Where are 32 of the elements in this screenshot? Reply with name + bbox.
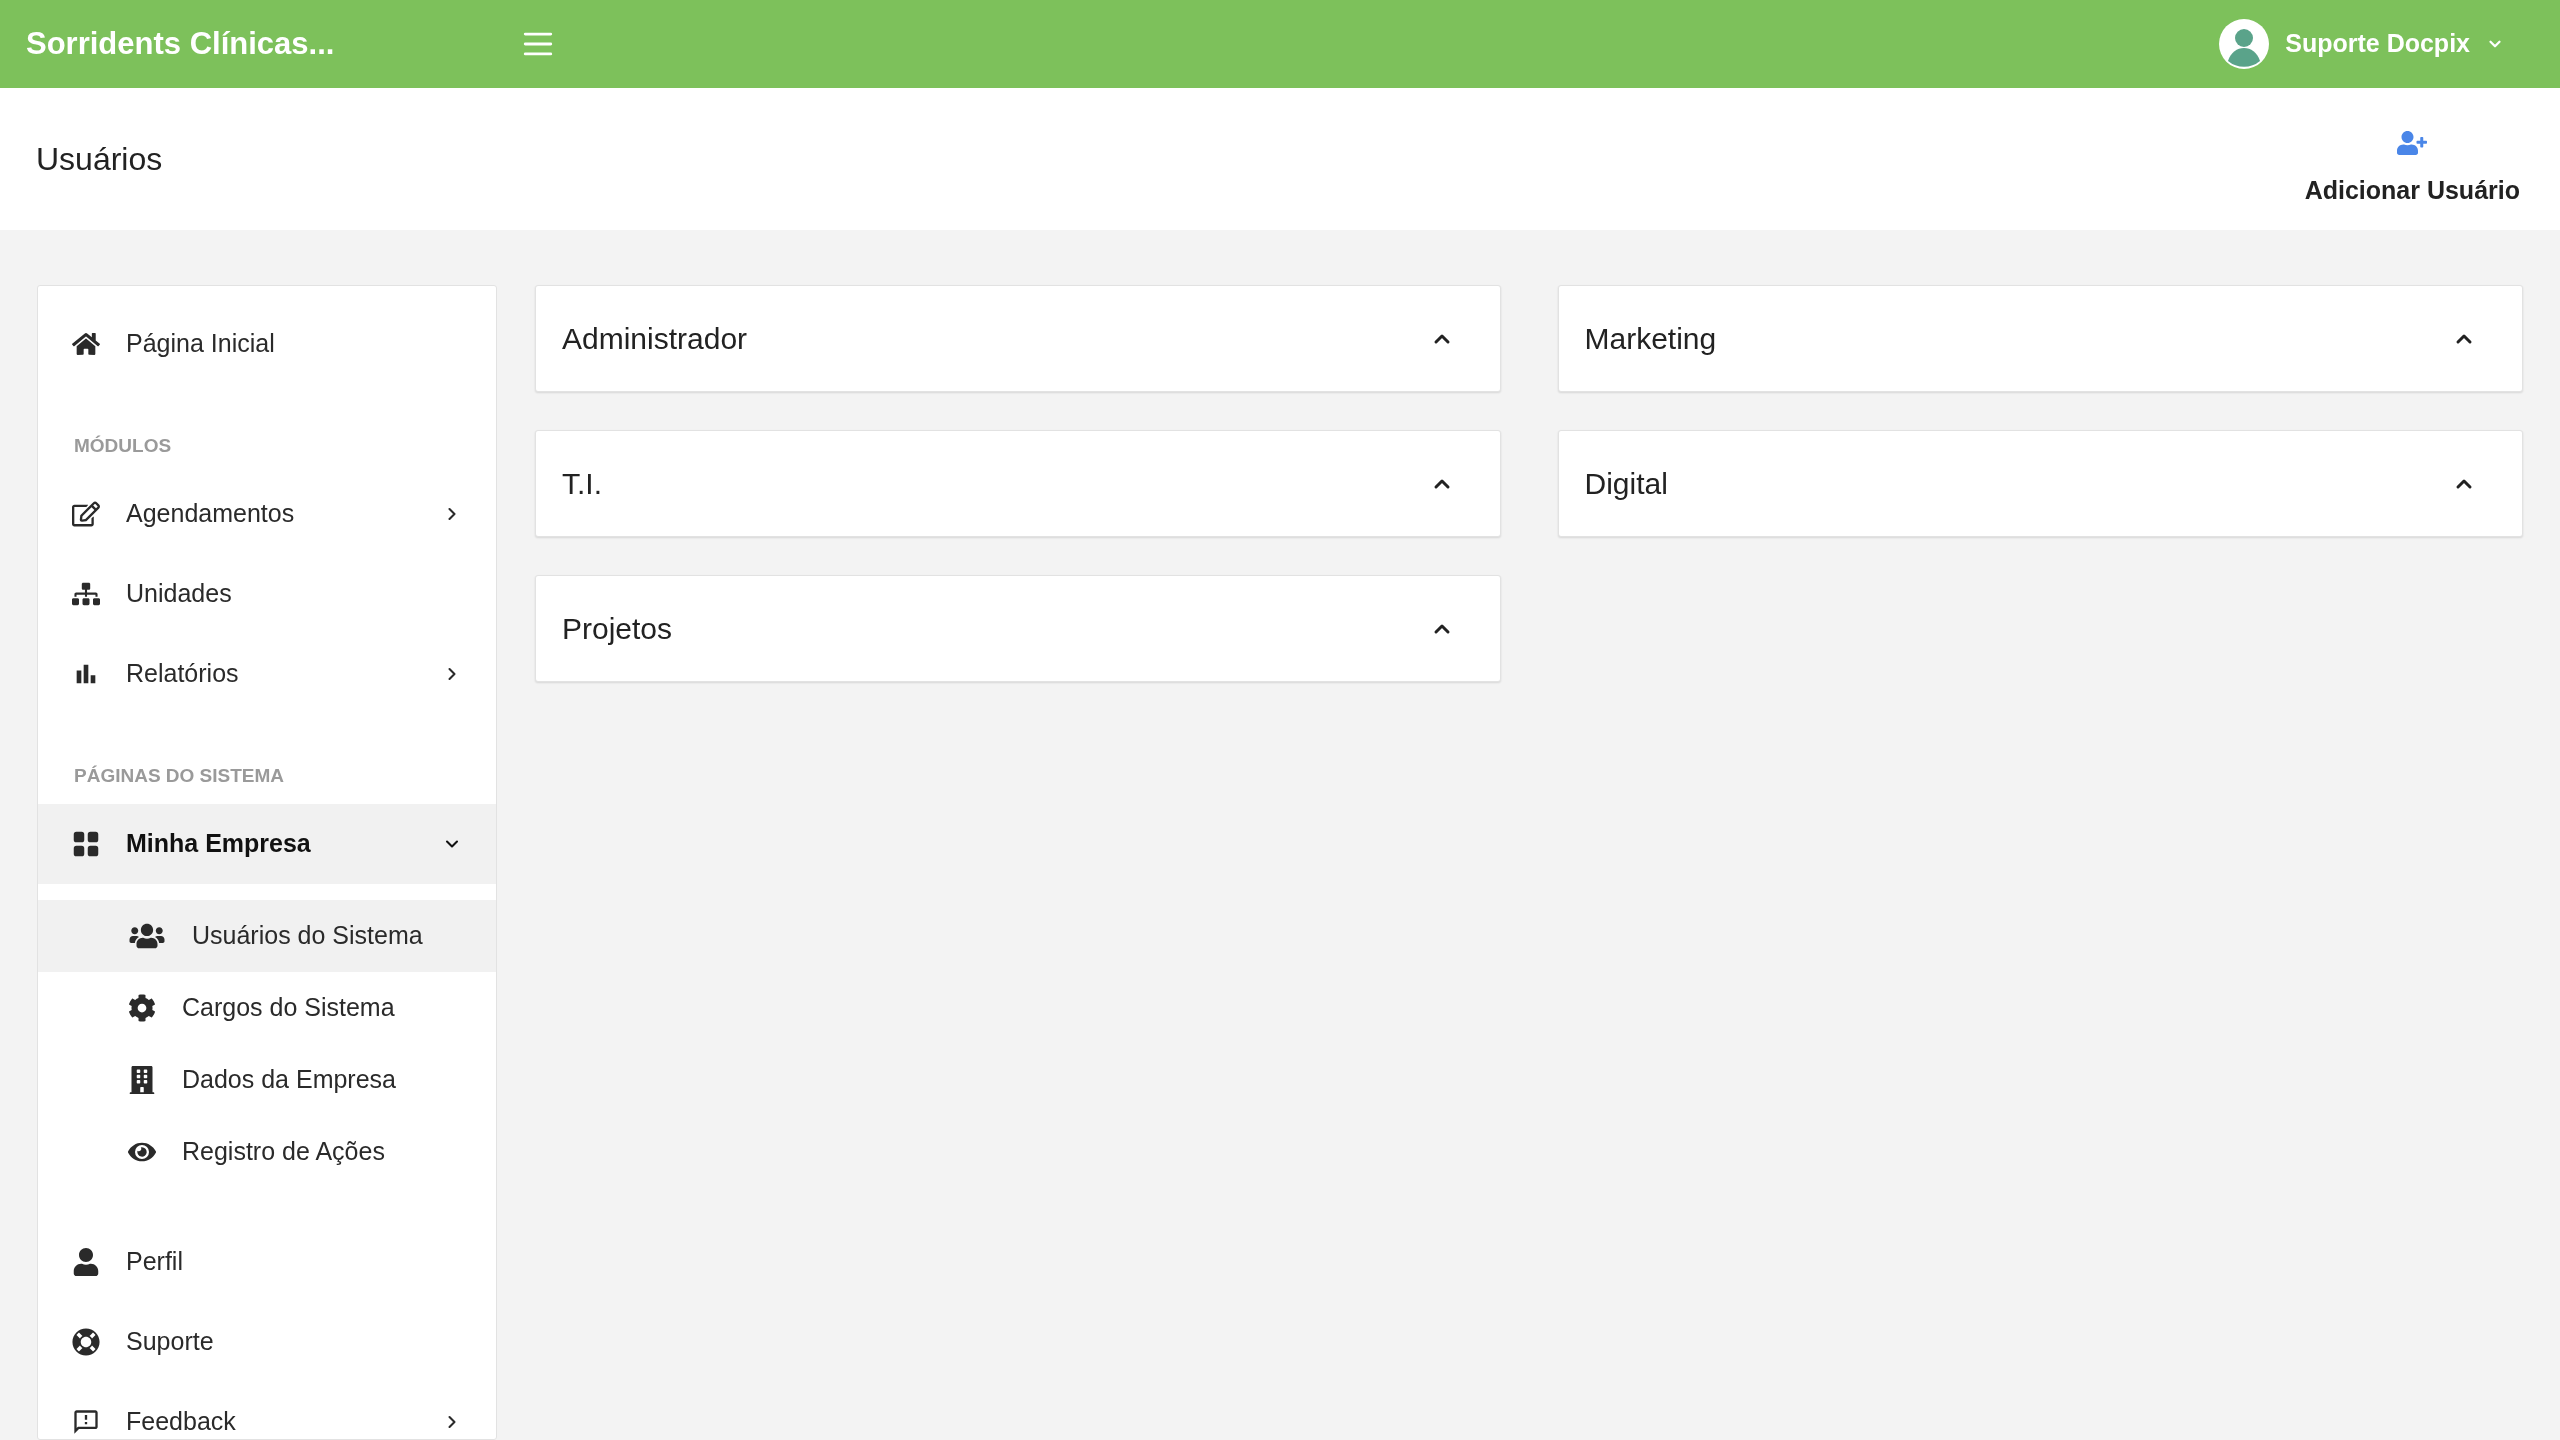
role-panel[interactable]: Projetos <box>535 575 1501 682</box>
role-panel[interactable]: Marketing <box>1557 285 2523 392</box>
home-icon <box>72 330 100 358</box>
building-icon <box>128 1066 156 1094</box>
grid-icon <box>72 830 100 858</box>
role-panel[interactable]: T.I. <box>535 430 1501 537</box>
sidebar-item[interactable]: Unidades <box>38 554 496 634</box>
add-user-button[interactable]: Adicionar Usuário <box>2304 108 2520 210</box>
sidebar-item[interactable]: Minha Empresa <box>38 804 496 884</box>
submenu-item[interactable]: Usuários do Sistema <box>38 900 496 972</box>
message-icon <box>72 1408 100 1436</box>
users-icon <box>128 922 166 950</box>
sidebar-item[interactable]: Feedback <box>38 1382 496 1440</box>
sidebar-item[interactable]: Relatórios <box>38 634 496 714</box>
settings-icon <box>128 994 156 1022</box>
avatar-icon <box>2219 19 2270 69</box>
submenu-item[interactable]: Cargos do Sistema <box>38 972 496 1044</box>
edit-icon <box>72 500 100 528</box>
role-panel[interactable]: Digital <box>1557 430 2523 537</box>
role-panel[interactable]: Administrador <box>535 285 1501 392</box>
page-title: Usuários <box>36 140 164 179</box>
user-icon <box>72 1248 100 1276</box>
sidebar-item[interactable]: Suporte <box>38 1302 496 1382</box>
submenu-item[interactable]: Dados da Empresa <box>38 1044 496 1116</box>
hierarchy-icon <box>72 580 100 608</box>
section-heading: PÁGINAS DO SISTEMA <box>74 763 285 788</box>
section-heading: MÓDULOS <box>74 433 172 458</box>
lifebuoy-icon <box>72 1328 100 1356</box>
sidebar-item[interactable]: Perfil <box>38 1222 496 1302</box>
sidebar-item[interactable]: Agendamentos <box>38 474 496 554</box>
submenu-item[interactable]: Registro de Ações <box>38 1116 496 1188</box>
sidebar-item[interactable]: Página Inicial <box>38 304 496 384</box>
